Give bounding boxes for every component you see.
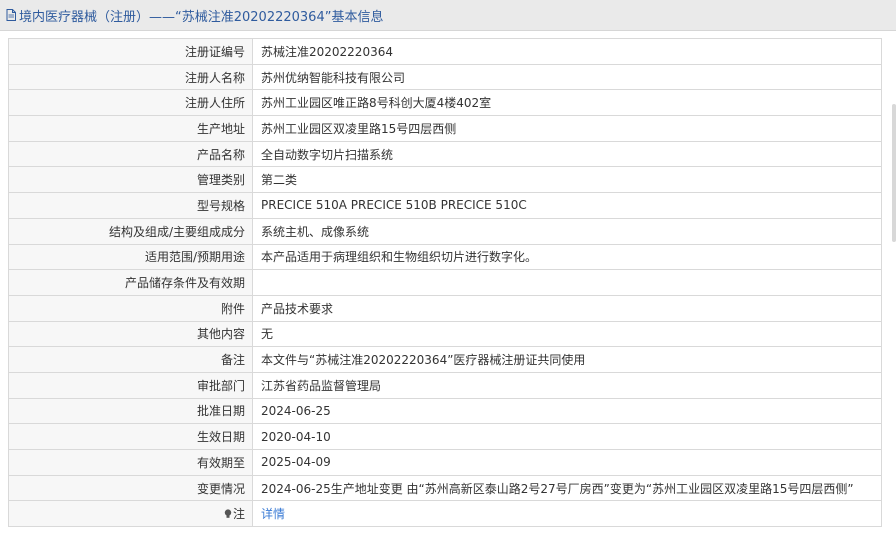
page-title: 境内医疗器械（注册）——“苏械注准20202220364”基本信息 xyxy=(19,9,384,25)
row-value: 苏州工业园区双凌里路15号四层西侧 xyxy=(252,115,882,142)
table-row: 附件 产品技术要求 xyxy=(8,294,882,322)
info-table: 注册证编号 苏械注准20202220364 注册人名称 苏州优纳智能科技有限公司 注… xyxy=(8,38,882,528)
row-label: 产品名称 xyxy=(8,140,253,168)
table-row: 注册证编号 苏械注准20202220364 xyxy=(8,38,882,65)
lightbulb-icon xyxy=(224,509,232,519)
row-label: 备注 xyxy=(8,346,253,373)
table-row: 变更情况 2024-06-25生产地址变更 由“苏州高新区泰山路2号27号厂房西”… xyxy=(8,474,882,502)
note-label-cell: 注 xyxy=(8,500,253,528)
row-value: 2024-06-25 xyxy=(252,397,882,425)
note-label: 注 xyxy=(232,507,245,522)
details-link[interactable]: 详情 xyxy=(261,507,285,521)
table-row: 生产地址 苏州工业园区双凌里路15号四层西侧 xyxy=(8,115,882,142)
row-label: 变更情况 xyxy=(8,474,253,502)
info-table-container: 注册证编号 苏械注准20202220364 注册人名称 苏州优纳智能科技有限公司 注… xyxy=(8,38,882,528)
row-label: 批准日期 xyxy=(8,397,253,425)
row-label: 其他内容 xyxy=(8,320,253,348)
table-row: 有效期至 2025-04-09 xyxy=(8,449,882,476)
table-row: 管理类别 第二类 xyxy=(8,166,882,194)
row-label: 型号规格 xyxy=(8,192,253,219)
row-value: 无 xyxy=(252,320,882,348)
document-icon xyxy=(6,9,16,21)
scrollbar-thumb[interactable] xyxy=(892,104,896,242)
table-row: 产品名称 全自动数字切片扫描系统 xyxy=(8,140,882,168)
row-value: 江苏省药品监督管理局 xyxy=(252,371,882,399)
table-row: 审批部门 江苏省药品监督管理局 xyxy=(8,371,882,399)
row-value: 系统主机、成像系统 xyxy=(252,217,882,245)
row-value xyxy=(252,269,882,296)
row-label: 适用范围/预期用途 xyxy=(8,243,253,271)
table-row: 批准日期 2024-06-25 xyxy=(8,397,882,425)
table-row: 其他内容无 xyxy=(8,320,882,348)
row-value: 第二类 xyxy=(252,166,882,194)
note-value-cell: 详情 xyxy=(252,500,882,528)
page-header: 境内医疗器械（注册）——“苏械注准20202220364”基本信息 xyxy=(0,0,896,31)
table-row: 结构及组成/主要组成成分 系统主机、成像系统 xyxy=(8,217,882,245)
table-row: 适用范围/预期用途 本产品适用于病理组织和生物组织切片进行数字化。 xyxy=(8,243,882,271)
row-value: 本文件与“苏械注准20202220364”医疗器械注册证共同使用 xyxy=(252,346,882,373)
row-label: 附件 xyxy=(8,294,253,322)
table-row: 注册人名称 苏州优纳智能科技有限公司 xyxy=(8,63,882,91)
row-label: 注册证编号 xyxy=(8,38,253,65)
row-label: 审批部门 xyxy=(8,371,253,399)
row-value: 全自动数字切片扫描系统 xyxy=(252,140,882,168)
row-label: 注册人名称 xyxy=(8,63,253,91)
row-label: 有效期至 xyxy=(8,449,253,476)
table-row: 注册人住所 苏州工业园区唯正路8号科创大厦4楼402室 xyxy=(8,89,882,117)
row-value: 苏州工业园区唯正路8号科创大厦4楼402室 xyxy=(252,89,882,117)
table-row: 型号规格 PRECICE 510A PRECICE 510B PRECICE 51… xyxy=(8,192,882,219)
row-value: 2024-06-25生产地址变更 由“苏州高新区泰山路2号27号厂房西”变更为“… xyxy=(252,474,882,502)
row-value: PRECICE 510A PRECICE 510B PRECICE 510C xyxy=(252,192,882,219)
table-row: 产品储存条件及有效期 xyxy=(8,269,882,296)
row-label: 生产地址 xyxy=(8,115,253,142)
row-value: 产品技术要求 xyxy=(252,294,882,322)
row-value: 苏州优纳智能科技有限公司 xyxy=(252,63,882,91)
table-row: 生效日期 2020-04-10 xyxy=(8,423,882,450)
table-row-note: 注 详情 xyxy=(8,500,882,528)
row-label: 产品储存条件及有效期 xyxy=(8,269,253,296)
row-value: 2025-04-09 xyxy=(252,449,882,476)
row-label: 结构及组成/主要组成成分 xyxy=(8,217,253,245)
table-row: 备注 本文件与“苏械注准20202220364”医疗器械注册证共同使用 xyxy=(8,346,882,373)
row-label: 注册人住所 xyxy=(8,89,253,117)
row-value: 2020-04-10 xyxy=(252,423,882,450)
row-label: 管理类别 xyxy=(8,166,253,194)
row-label: 生效日期 xyxy=(8,423,253,450)
row-value: 本产品适用于病理组织和生物组织切片进行数字化。 xyxy=(252,243,882,271)
row-value: 苏械注准20202220364 xyxy=(252,38,882,65)
